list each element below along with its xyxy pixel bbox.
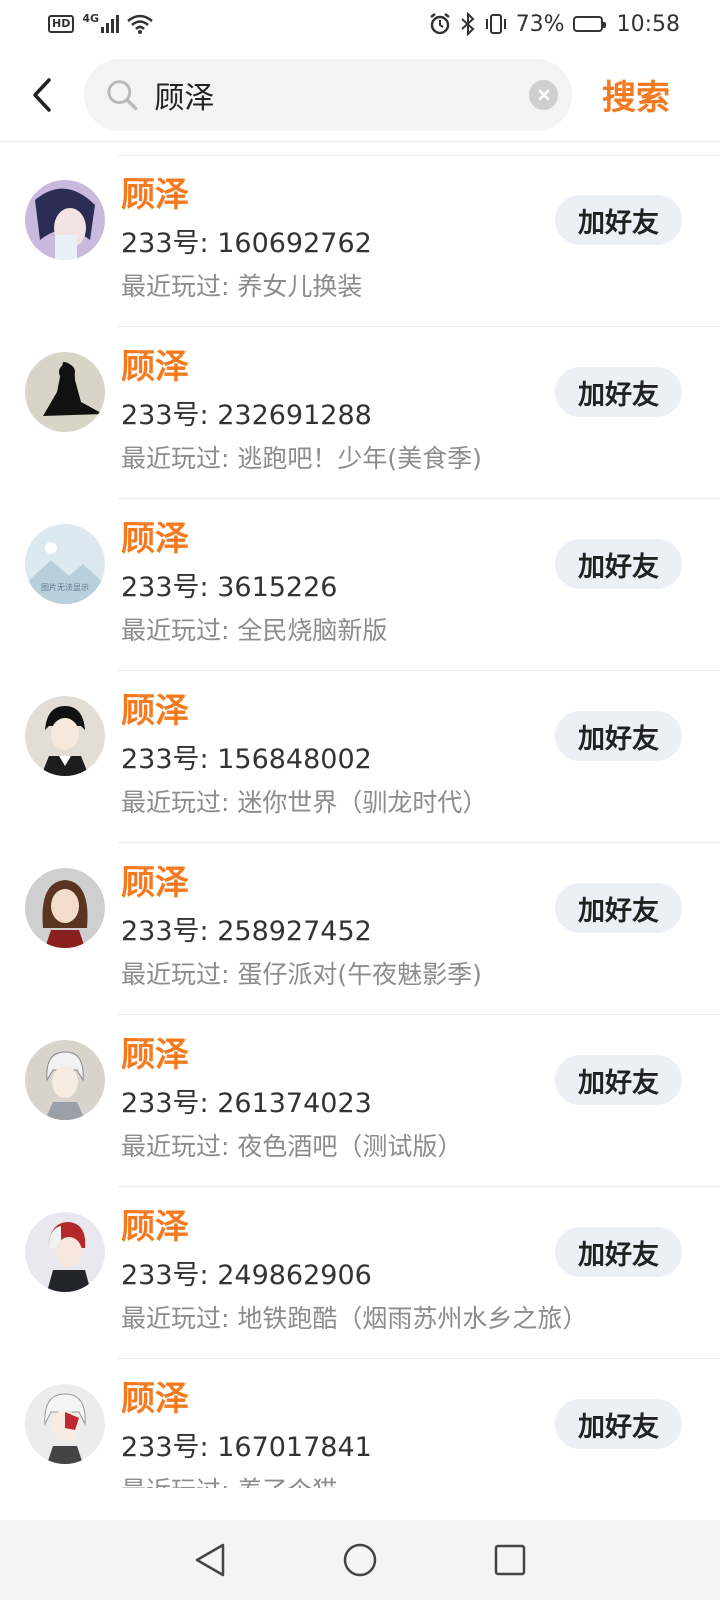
user-name: 顾泽 — [121, 347, 189, 387]
system-nav-bar — [0, 1520, 720, 1600]
result-item[interactable]: 顾泽 233号: 258927452 最近玩过: 蛋仔派对(午夜魅影季) 加好友 — [0, 843, 720, 1015]
close-icon — [538, 89, 549, 100]
user-id: 233号: 156848002 — [121, 744, 372, 775]
result-item[interactable]: 顾泽 233号: 232691288 最近玩过: 逃跑吧！少年(美食季) 加好友 — [0, 327, 720, 499]
avatar[interactable] — [25, 1040, 105, 1120]
clear-button[interactable] — [529, 79, 558, 110]
chevron-left-icon — [33, 77, 51, 112]
search-icon — [107, 79, 138, 110]
add-friend-button[interactable]: 加好友 — [555, 1055, 682, 1105]
network-type: 4G — [82, 11, 100, 25]
result-item[interactable]: 顾泽 233号: 160692762 最近玩过: 养女儿换装 加好友 — [0, 155, 720, 327]
user-id: 233号: 249862906 — [121, 1260, 372, 1291]
user-name: 顾泽 — [121, 519, 189, 559]
result-item[interactable]: 顾泽 233号: 167017841 最近玩过: 养了个猫 加好友 — [0, 1359, 720, 1488]
avatar[interactable] — [25, 352, 105, 432]
add-friend-button[interactable]: 加好友 — [555, 367, 682, 417]
recent-game: 最近玩过: 蛋仔派对(午夜魅影季) — [121, 960, 482, 989]
add-friend-button[interactable]: 加好友 — [555, 1399, 682, 1449]
user-id: 233号: 261374023 — [121, 1088, 372, 1119]
avatar[interactable] — [25, 696, 105, 776]
nav-home-button[interactable] — [340, 1540, 380, 1580]
avatar-image — [25, 1384, 105, 1464]
add-friend-button[interactable]: 加好友 — [555, 195, 682, 245]
result-item[interactable]: 顾泽 233号: 261374023 最近玩过: 夜色酒吧（测试版） 加好友 — [0, 1015, 720, 1187]
user-name: 顾泽 — [121, 1207, 189, 1247]
avatar-image — [25, 352, 105, 432]
result-item[interactable]: 顾泽 233号: 156848002 最近玩过: 迷你世界（驯龙时代） 加好友 — [0, 671, 720, 843]
avatar-placeholder-text: 图片无法显示 — [41, 582, 89, 592]
recent-game: 最近玩过: 全民烧脑新版 — [121, 616, 388, 645]
search-header: 搜索 — [0, 48, 720, 142]
back-button[interactable] — [0, 48, 84, 142]
bluetooth-icon — [461, 12, 475, 36]
result-item[interactable]: 图片无法显示 顾泽 233号: 3615226 最近玩过: 全民烧脑新版 加好友 — [0, 499, 720, 671]
recent-game: 最近玩过: 养女儿换装 — [121, 272, 363, 301]
avatar-image — [25, 696, 105, 776]
avatar-image — [25, 180, 105, 260]
avatar[interactable] — [25, 180, 105, 260]
search-input[interactable] — [152, 76, 530, 113]
recent-game: 最近玩过: 养了个猫 — [121, 1473, 337, 1488]
avatar-image — [25, 1040, 105, 1120]
user-id: 233号: 232691288 — [121, 400, 372, 431]
recent-game: 最近玩过: 夜色酒吧（测试版） — [121, 1132, 463, 1161]
result-list[interactable]: 顾泽 233号: 160692762 最近玩过: 养女儿换装 加好友 顾泽 23… — [0, 155, 720, 1488]
search-button[interactable]: 搜索 — [602, 70, 670, 119]
add-friend-button[interactable]: 加好友 — [555, 883, 682, 933]
square-recents-icon — [494, 1544, 526, 1576]
status-left: HD 4G — [48, 11, 153, 34]
alarm-icon — [429, 13, 450, 35]
user-id: 233号: 258927452 — [121, 916, 372, 947]
result-item[interactable]: 顾泽 233号: 249862906 最近玩过: 地铁跑酷（烟雨苏州水乡之旅） … — [0, 1187, 720, 1359]
search-box[interactable] — [84, 58, 572, 131]
add-friend-button[interactable]: 加好友 — [555, 539, 682, 589]
circle-home-icon — [343, 1543, 377, 1577]
user-id: 233号: 3615226 — [121, 572, 338, 603]
add-friend-button[interactable]: 加好友 — [555, 711, 682, 761]
user-name: 顾泽 — [121, 691, 189, 731]
avatar-image — [25, 868, 105, 948]
status-bar: HD 4G 73% 10:58 — [0, 0, 720, 48]
recent-game: 最近玩过: 迷你世界（驯龙时代） — [121, 788, 488, 817]
avatar-image: 图片无法显示 — [25, 524, 105, 604]
status-right: 73% 10:58 — [428, 12, 680, 37]
user-id: 233号: 167017841 — [121, 1432, 372, 1463]
avatar[interactable] — [25, 868, 105, 948]
recent-game: 最近玩过: 逃跑吧！少年(美食季) — [121, 444, 482, 473]
user-name: 顾泽 — [121, 863, 189, 903]
user-name: 顾泽 — [121, 1379, 189, 1419]
nav-recents-button[interactable] — [490, 1540, 530, 1580]
recent-game: 最近玩过: 地铁跑酷（烟雨苏州水乡之旅） — [121, 1304, 588, 1333]
signal-icon — [101, 15, 120, 33]
avatar-image — [25, 1212, 105, 1292]
battery-icon — [572, 16, 606, 32]
triangle-back-icon — [195, 1543, 225, 1577]
avatar[interactable]: 图片无法显示 — [25, 524, 105, 604]
nav-back-button[interactable] — [190, 1540, 230, 1580]
wifi-icon — [127, 14, 153, 34]
clock: 10:58 — [616, 11, 680, 37]
user-id: 233号: 160692762 — [121, 228, 372, 259]
battery-percent: 73% — [515, 11, 565, 37]
add-friend-button[interactable]: 加好友 — [555, 1227, 682, 1277]
vibrate-icon — [485, 14, 506, 34]
avatar[interactable] — [25, 1212, 105, 1292]
user-name: 顾泽 — [121, 175, 189, 215]
user-name: 顾泽 — [121, 1035, 189, 1075]
hd-badge: HD — [48, 15, 75, 33]
avatar[interactable] — [25, 1384, 105, 1464]
